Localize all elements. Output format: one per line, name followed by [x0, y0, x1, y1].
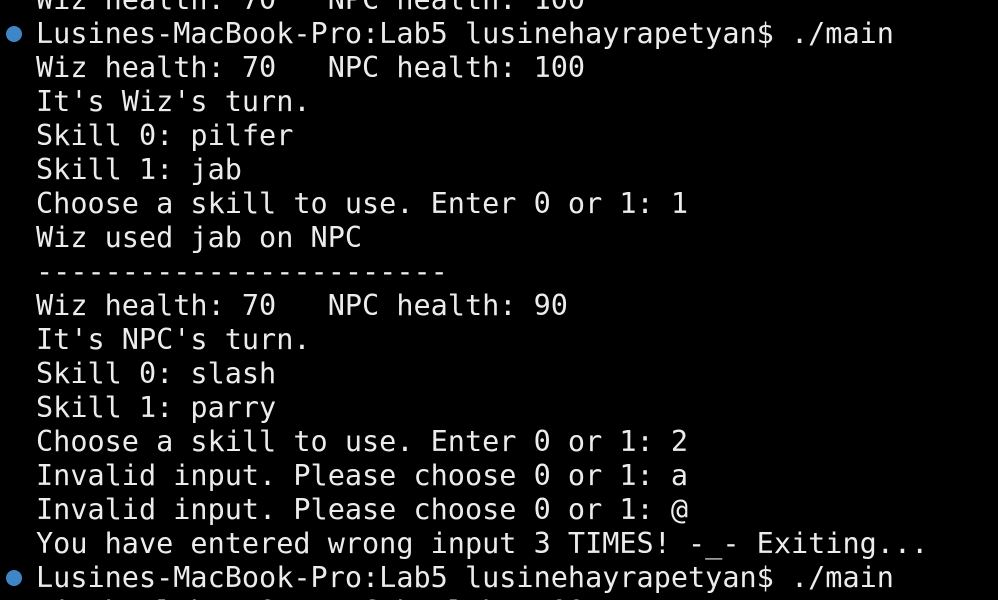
output-text: Skill 1: jab	[36, 153, 242, 186]
output-line: Skill 0: pilfer	[0, 119, 998, 153]
output-text: Choose a skill to use. Enter 0 or 1: 2	[36, 425, 689, 458]
output-text: Wiz health: 70 NPC health: 100	[36, 0, 585, 16]
terminal-window[interactable]: Wiz health: 70 NPC health: 100Lusines-Ma…	[0, 0, 998, 600]
output-text: Skill 1: parry	[36, 391, 277, 424]
output-text: Wiz health: 70 NPC health: 100	[36, 51, 586, 84]
prompt-text: Lusines-MacBook-Pro:Lab5 lusinehayrapety…	[36, 17, 894, 50]
output-line: Wiz health: 70 NPC health: 100	[0, 51, 998, 85]
output-text: Choose a skill to use. Enter 0 or 1: 1	[36, 187, 689, 220]
command-marker-icon[interactable]	[6, 26, 22, 42]
output-line: Skill 1: jab	[0, 153, 998, 187]
output-text: ------------------------	[36, 255, 448, 288]
output-line: Wiz used jab on NPC	[0, 221, 998, 255]
terminal-output: Wiz health: 70 NPC health: 100Lusines-Ma…	[0, 0, 998, 600]
output-line: ------------------------	[0, 255, 998, 289]
output-text: You have entered wrong input 3 TIMES! -_…	[36, 527, 929, 560]
output-text: Wiz health: 70 NPC health: 100	[36, 595, 585, 600]
output-text: Skill 0: slash	[36, 357, 277, 390]
output-line: Choose a skill to use. Enter 0 or 1: 2	[0, 425, 998, 459]
output-text: It's Wiz's turn.	[36, 85, 311, 118]
output-text: It's NPC's turn.	[36, 323, 311, 356]
output-line: Wiz health: 70 NPC health: 90	[0, 289, 998, 323]
output-line: Skill 1: parry	[0, 391, 998, 425]
output-line: Invalid input. Please choose 0 or 1: @	[0, 493, 998, 527]
output-text: Invalid input. Please choose 0 or 1: @	[36, 493, 689, 526]
prompt-line: Lusines-MacBook-Pro:Lab5 lusinehayrapety…	[0, 17, 998, 51]
output-text: Skill 0: pilfer	[36, 119, 294, 152]
output-line: You have entered wrong input 3 TIMES! -_…	[0, 527, 998, 561]
output-line: Invalid input. Please choose 0 or 1: a	[0, 459, 998, 493]
output-line: Wiz health: 70 NPC health: 100	[0, 0, 998, 17]
command-marker-icon[interactable]	[6, 570, 22, 586]
prompt-line: Lusines-MacBook-Pro:Lab5 lusinehayrapety…	[0, 561, 998, 595]
output-text: Wiz used jab on NPC	[36, 221, 363, 254]
output-text: Wiz health: 70 NPC health: 90	[36, 289, 568, 322]
output-line: It's Wiz's turn.	[0, 85, 998, 119]
output-text: Invalid input. Please choose 0 or 1: a	[36, 459, 689, 492]
output-line: It's NPC's turn.	[0, 323, 998, 357]
prompt-text: Lusines-MacBook-Pro:Lab5 lusinehayrapety…	[36, 561, 894, 594]
output-line: Choose a skill to use. Enter 0 or 1: 1	[0, 187, 998, 221]
output-line: Wiz health: 70 NPC health: 100	[0, 595, 998, 600]
output-line: Skill 0: slash	[0, 357, 998, 391]
